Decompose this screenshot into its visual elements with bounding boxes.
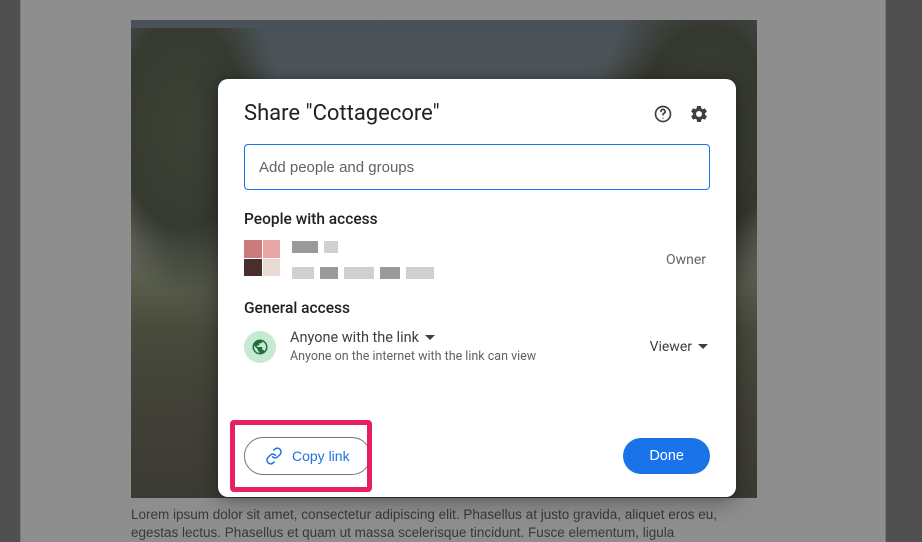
access-type-dropdown[interactable]: Anyone with the link — [290, 329, 536, 346]
dialog-title: Share "Cottagecore" — [244, 101, 440, 126]
dialog-header: Share "Cottagecore" — [244, 101, 710, 126]
globe-icon — [244, 331, 276, 363]
dialog-footer: Copy link Done — [244, 437, 710, 475]
people-with-access-heading: People with access — [244, 210, 710, 228]
add-people-input[interactable] — [244, 144, 710, 190]
general-access-row: Anyone with the link Anyone on the inter… — [244, 329, 710, 364]
chevron-down-icon — [698, 344, 708, 349]
help-icon[interactable] — [652, 103, 674, 125]
role-label: Viewer — [650, 339, 692, 355]
owner-role-label: Owner — [666, 252, 710, 268]
link-icon — [265, 447, 283, 465]
access-description: Anyone on the internet with the link can… — [290, 349, 536, 364]
owner-row: Owner — [244, 240, 710, 279]
role-dropdown[interactable]: Viewer — [650, 339, 710, 355]
avatar — [244, 240, 280, 276]
owner-identity-redacted — [292, 240, 434, 279]
gear-icon[interactable] — [688, 103, 710, 125]
general-access-heading: General access — [244, 299, 710, 317]
copy-link-button[interactable]: Copy link — [244, 437, 371, 475]
share-dialog: Share "Cottagecore" People with access — [218, 79, 736, 497]
copy-link-label: Copy link — [292, 448, 350, 464]
access-type-label: Anyone with the link — [290, 329, 419, 346]
done-button[interactable]: Done — [623, 438, 710, 474]
chevron-down-icon — [425, 335, 435, 340]
